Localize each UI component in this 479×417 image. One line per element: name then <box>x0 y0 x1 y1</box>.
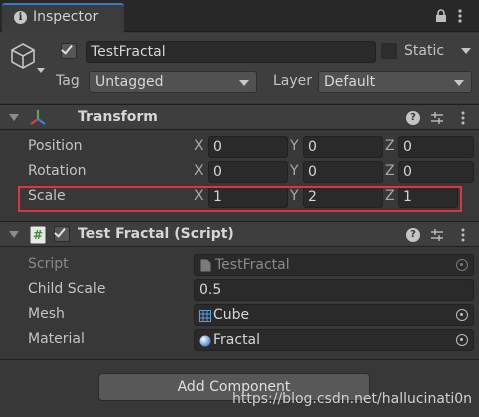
material-field[interactable]: Fractal <box>194 329 474 351</box>
tag-label: Tag <box>56 73 80 89</box>
transform-axes-icon <box>30 110 46 125</box>
presets-icon[interactable] <box>430 228 444 242</box>
rotation-x-field[interactable]: 0 <box>208 161 288 183</box>
active-checkbox[interactable] <box>61 42 77 59</box>
z-axis-label[interactable]: Z <box>385 163 395 179</box>
mesh-grid-icon <box>199 310 211 322</box>
component-menu-icon[interactable] <box>461 111 465 125</box>
position-x-field[interactable]: 0 <box>208 136 288 158</box>
rotation-label: Rotation <box>28 163 87 179</box>
help-icon[interactable]: ? <box>406 228 420 242</box>
material-label: Material <box>28 331 85 347</box>
icon-dropdown-icon[interactable] <box>37 68 45 73</box>
scale-highlight-box <box>18 186 462 212</box>
divider <box>0 359 479 360</box>
mesh-field[interactable]: Cube <box>194 304 474 326</box>
help-icon[interactable]: ? <box>406 111 420 125</box>
static-label: Static <box>404 43 445 59</box>
tag-value: Untagged <box>95 74 164 90</box>
child-scale-label: Child Scale <box>28 281 106 297</box>
script-component-header[interactable]: # Test Fractal (Script) ? <box>0 221 479 247</box>
position-y-field[interactable]: 0 <box>303 136 383 158</box>
object-picker-icon <box>456 259 468 271</box>
script-field-value: TestFractal <box>215 257 290 273</box>
lock-icon[interactable] <box>435 9 447 22</box>
script-hash-icon: # <box>30 226 46 244</box>
rotation-y-field[interactable]: 0 <box>303 161 383 183</box>
layer-label: Layer <box>273 73 313 89</box>
rotation-z-field[interactable]: 0 <box>398 161 474 183</box>
component-menu-icon[interactable] <box>461 228 465 242</box>
presets-icon[interactable] <box>430 111 444 125</box>
z-axis-label[interactable]: Z <box>385 138 395 154</box>
position-z-field[interactable]: 0 <box>398 136 474 158</box>
x-axis-label[interactable]: X <box>194 138 204 154</box>
static-checkbox[interactable] <box>381 43 397 59</box>
tag-dropdown[interactable]: Untagged <box>89 71 257 93</box>
gameobject-cube-icon[interactable] <box>8 41 38 71</box>
more-options-icon[interactable] <box>457 9 463 23</box>
script-file-icon <box>200 259 211 272</box>
mesh-label: Mesh <box>28 306 65 322</box>
script-enabled-checkbox[interactable] <box>54 225 70 242</box>
layer-dropdown[interactable]: Default <box>318 71 472 93</box>
script-component-title: Test Fractal (Script) <box>78 226 234 242</box>
transform-header[interactable]: Transform ? <box>0 104 479 130</box>
layer-value: Default <box>324 74 376 90</box>
svg-text:#: # <box>33 228 43 242</box>
script-field: TestFractal <box>194 254 474 276</box>
tab-inspector[interactable]: i Inspector <box>2 3 124 33</box>
watermark: https://blog.csdn.net/hallucinati0n <box>232 391 473 407</box>
info-icon: i <box>14 11 27 24</box>
position-label: Position <box>28 138 83 154</box>
tab-label: Inspector <box>33 9 99 25</box>
chevron-down-icon <box>454 80 464 86</box>
object-picker-icon[interactable] <box>456 309 468 321</box>
child-scale-field[interactable]: 0.5 <box>194 279 474 301</box>
object-picker-icon[interactable] <box>456 334 468 346</box>
y-axis-label[interactable]: Y <box>290 138 299 154</box>
static-dropdown-icon[interactable] <box>461 48 471 54</box>
name-field[interactable]: TestFractal <box>86 41 376 63</box>
y-axis-label[interactable]: Y <box>290 163 299 179</box>
material-field-value: Fractal <box>213 332 261 348</box>
mesh-field-value: Cube <box>213 307 250 323</box>
foldout-arrow-icon[interactable] <box>9 114 19 121</box>
foldout-arrow-icon[interactable] <box>9 231 19 238</box>
transform-title: Transform <box>78 109 158 125</box>
chevron-down-icon <box>239 80 249 86</box>
x-axis-label[interactable]: X <box>194 163 204 179</box>
script-field-label: Script <box>28 256 69 272</box>
material-sphere-icon <box>199 335 211 347</box>
